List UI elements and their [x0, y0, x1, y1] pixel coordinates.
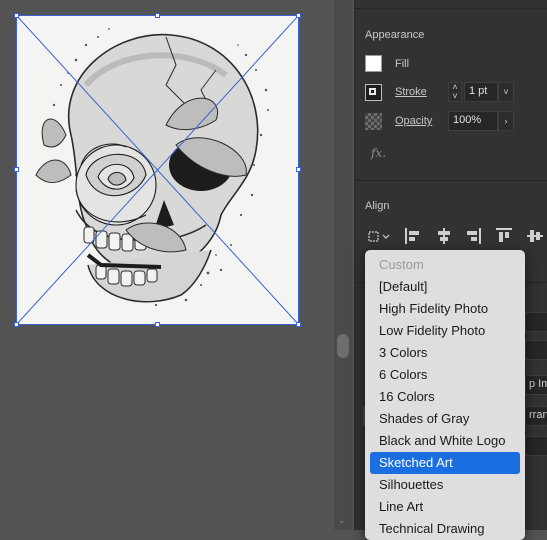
obscured-field[interactable] [525, 312, 547, 332]
align-right-icon[interactable] [465, 228, 483, 244]
skull-rose-sketch-image [16, 15, 299, 325]
stroke-weight-input[interactable]: 1 pt [464, 82, 498, 102]
opacity-label[interactable]: Opacity [395, 115, 432, 127]
stroke-swatch-icon[interactable] [365, 84, 382, 101]
obscured-field[interactable] [525, 436, 547, 456]
placed-image-artboard[interactable] [16, 15, 299, 325]
preset-option-custom: Custom [379, 257, 424, 272]
selection-handle-top-right[interactable] [296, 13, 301, 18]
scrollbar-thumb[interactable] [337, 334, 349, 358]
fill-label: Fill [395, 58, 410, 70]
scroll-down-arrow-icon[interactable]: ⌄ [338, 515, 346, 526]
preset-option-technical-drawing[interactable]: Technical Drawing [370, 518, 520, 540]
opacity-expand-chevron-icon[interactable]: › [498, 111, 514, 131]
opacity-input[interactable]: 100% [448, 111, 498, 131]
align-left-icon[interactable] [405, 228, 423, 244]
selection-handle-top-left[interactable] [14, 13, 19, 18]
selection-handle-middle-right[interactable] [296, 167, 301, 172]
appearance-section-title: Appearance [365, 29, 425, 41]
preset-option-default[interactable]: [Default] [370, 276, 520, 298]
preset-option-low-fidelity-photo[interactable]: Low Fidelity Photo [370, 320, 520, 342]
obscured-field[interactable] [525, 340, 547, 360]
fx-icon[interactable]: fx. [371, 146, 386, 160]
preset-option-silhouettes[interactable]: Silhouettes [370, 474, 520, 496]
selection-handle-top-center[interactable] [155, 13, 160, 18]
preset-option-sketched-art[interactable]: Sketched Art [370, 452, 520, 474]
opacity-checker-icon [365, 113, 382, 130]
preset-option-6-colors[interactable]: 6 Colors [370, 364, 520, 386]
selection-handle-middle-left[interactable] [14, 167, 19, 172]
preset-option-16-colors[interactable]: 16 Colors [370, 386, 520, 408]
canvas-vertical-scrollbar[interactable]: ⌄ [334, 0, 352, 530]
selection-handle-bottom-center[interactable] [155, 322, 160, 327]
align-vertical-center-icon[interactable] [527, 228, 545, 244]
preset-option-shades-of-gray[interactable]: Shades of Gray [370, 408, 520, 430]
preset-option-line-art[interactable]: Line Art [370, 496, 520, 518]
obscured-trace-button[interactable]: p Im [525, 375, 547, 395]
preset-option-black-and-white-logo[interactable]: Black and White Logo [370, 430, 520, 452]
stroke-weight-stepper-icon[interactable]: ˄ ˅ [448, 82, 462, 102]
preset-option-3-colors[interactable]: 3 Colors [370, 342, 520, 364]
image-trace-preset-dropdown[interactable]: Custom [Default] High Fidelity Photo Low… [365, 250, 525, 540]
align-top-icon[interactable] [496, 228, 514, 244]
document-canvas[interactable] [0, 0, 334, 530]
align-to-selection-icon[interactable] [367, 228, 390, 244]
selection-handle-bottom-right[interactable] [296, 322, 301, 327]
align-horizontal-center-icon[interactable] [435, 228, 453, 244]
selection-handle-bottom-left[interactable] [14, 322, 19, 327]
stroke-weight-dropdown-chevron-icon[interactable]: ˅ [498, 82, 514, 102]
panel-divider [355, 8, 547, 9]
preset-option-high-fidelity-photo[interactable]: High Fidelity Photo [370, 298, 520, 320]
align-section-title: Align [365, 200, 390, 212]
stroke-label[interactable]: Stroke [395, 86, 427, 98]
fill-color-swatch[interactable] [365, 55, 382, 72]
obscured-arrange-button[interactable]: rrang [525, 406, 547, 426]
panel-divider [355, 180, 547, 181]
